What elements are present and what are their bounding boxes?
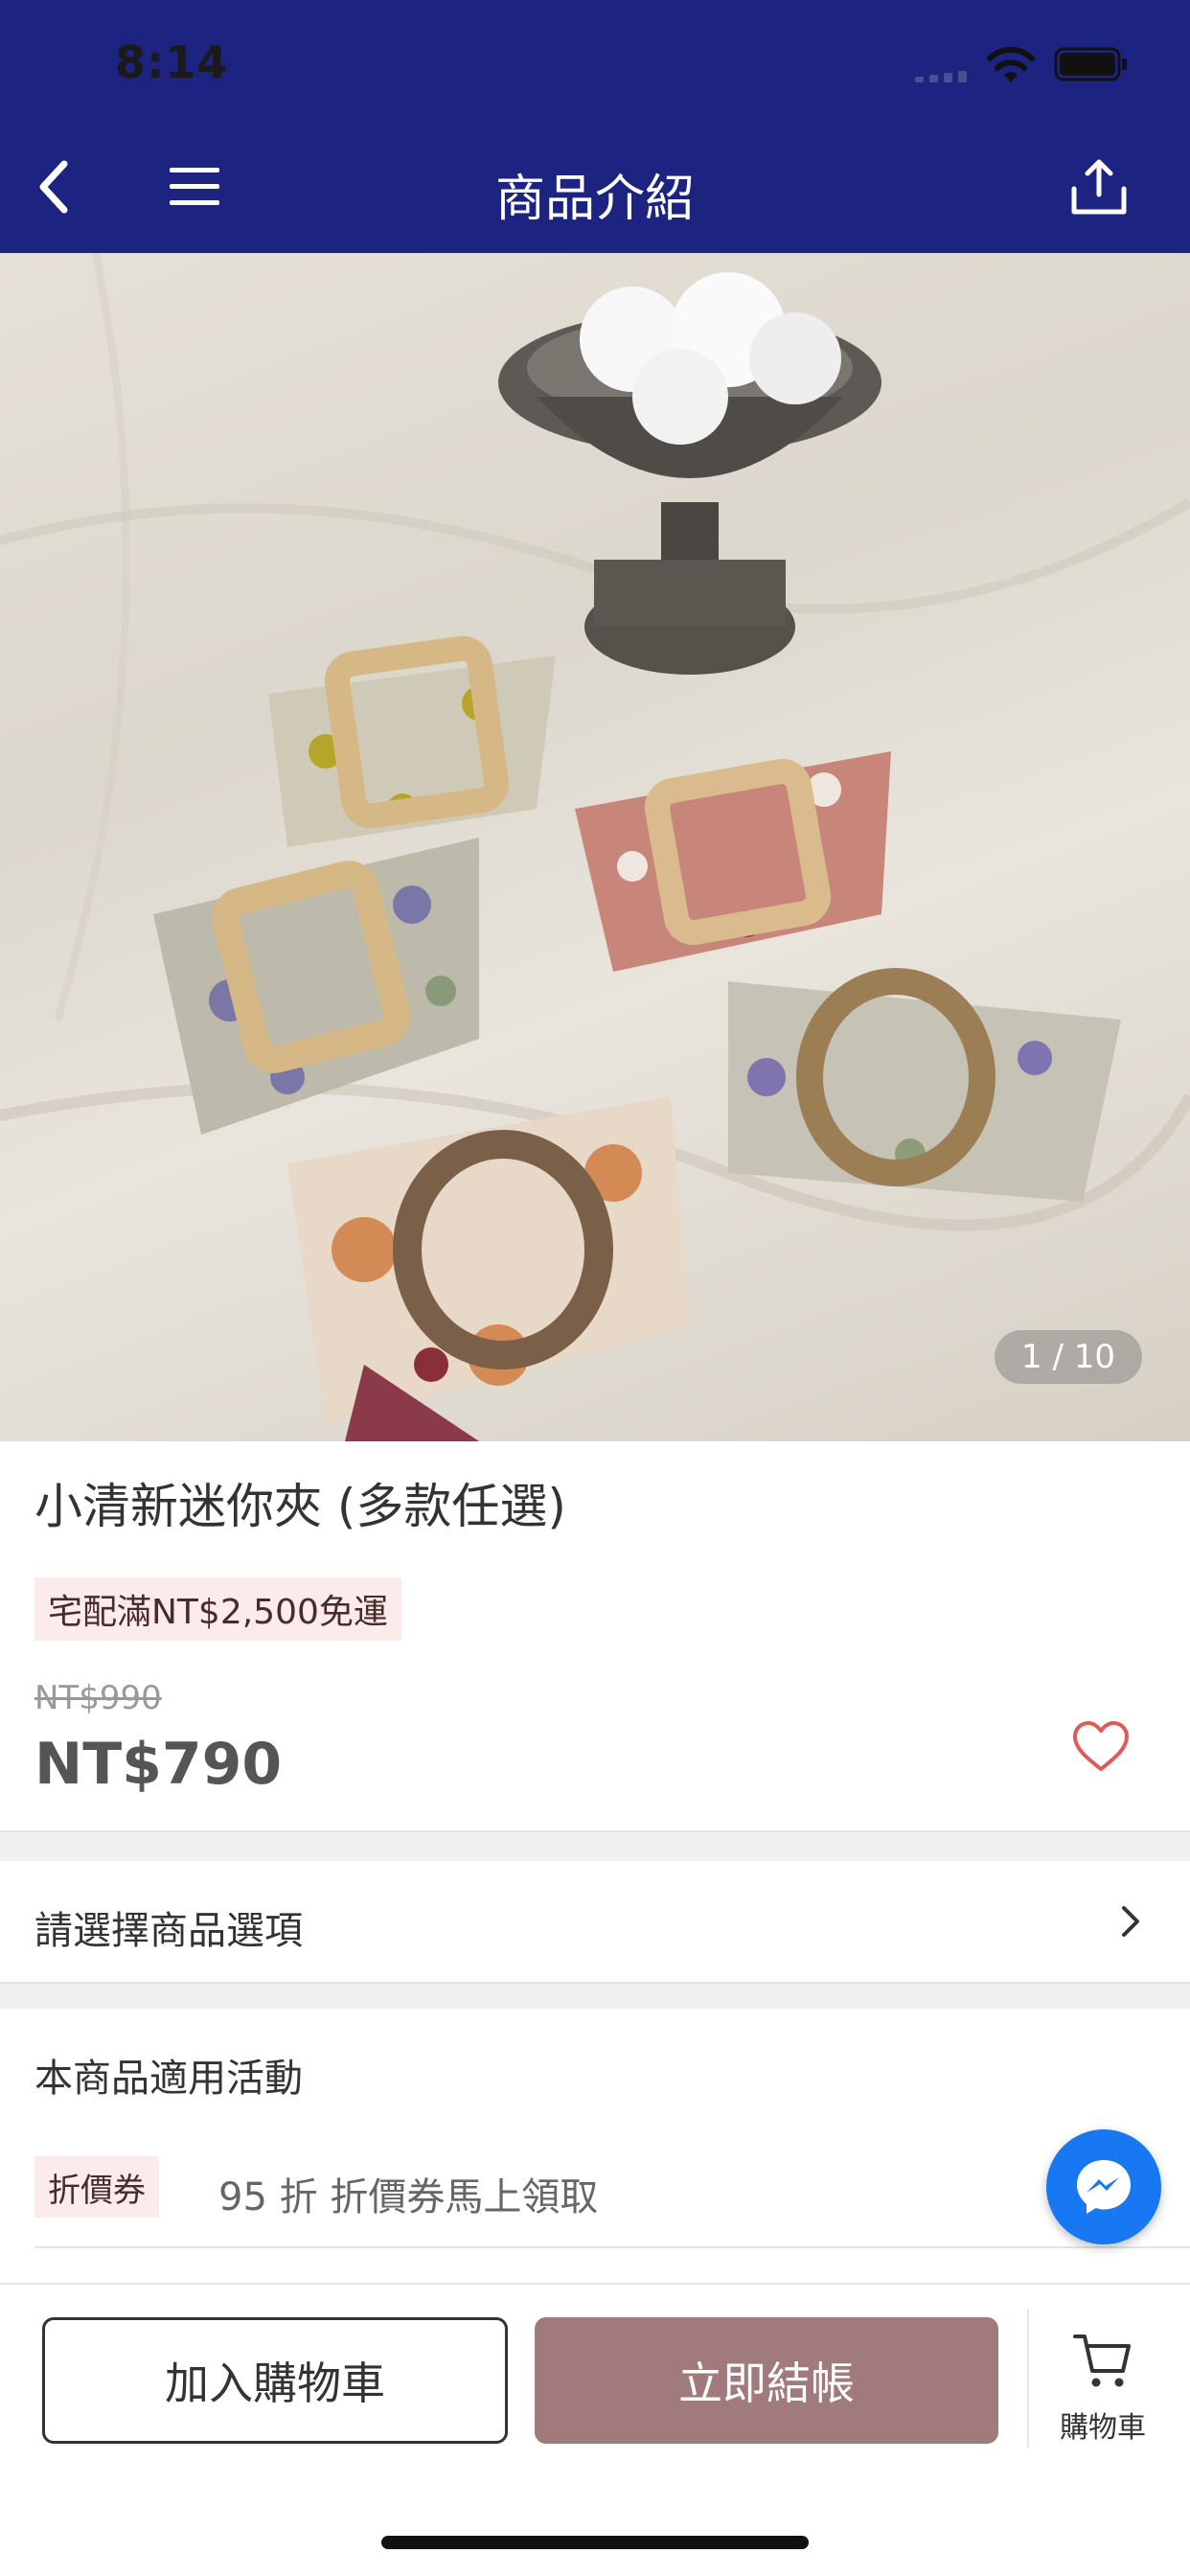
options-label: 請選擇商品選項 xyxy=(34,1909,303,1953)
shopping-cart-icon xyxy=(1073,2334,1131,2387)
wifi-icon xyxy=(987,46,1035,82)
divider-line xyxy=(0,1830,1190,1832)
gallery-pager: 1 / 10 xyxy=(995,1330,1142,1384)
page-title: 商品介紹 xyxy=(494,171,695,228)
add-to-cart-button[interactable]: 加入購物車 xyxy=(42,2317,508,2444)
coupon-offer-text[interactable]: 95 折 折價券馬上領取 xyxy=(218,2166,598,2221)
home-indicator xyxy=(381,2536,809,2549)
product-image-gallery[interactable]: 1 / 10 xyxy=(0,253,1190,1441)
signal-icon xyxy=(915,69,969,82)
chevron-right-icon xyxy=(1122,1906,1139,1937)
share-button[interactable] xyxy=(1065,153,1133,220)
promotions-heading: 本商品適用活動 xyxy=(34,2057,303,2101)
vertical-divider xyxy=(1027,2310,1029,2448)
status-time: 8:14 xyxy=(115,36,229,88)
coupon-badge: 折價券 xyxy=(34,2156,159,2218)
share-icon xyxy=(1071,159,1127,215)
product-title: 小清新迷你夾 (多款任選) xyxy=(34,1479,566,1534)
top-bar: 8:14 商品介紹 xyxy=(0,0,1190,253)
bottom-action-bar: 加入購物車 立即結帳 購物車 xyxy=(0,2283,1190,2576)
original-price: NT$990 xyxy=(34,1679,162,1717)
sale-price: NT$790 xyxy=(34,1731,283,1798)
messenger-icon xyxy=(1077,2160,1131,2214)
product-photo xyxy=(0,253,1190,1441)
cart-tab-button[interactable]: 購物車 xyxy=(1041,2329,1165,2445)
divider-line xyxy=(34,2246,1190,2248)
shipping-badge: 宅配滿NT$2,500免運 xyxy=(34,1577,401,1641)
checkout-button[interactable]: 立即結帳 xyxy=(535,2317,998,2444)
wishlist-heart-icon[interactable] xyxy=(1071,1719,1131,1773)
messenger-chat-button[interactable] xyxy=(1046,2129,1161,2244)
product-options-row[interactable]: 請選擇商品選項 xyxy=(0,1861,1190,1982)
cart-label: 購物車 xyxy=(1060,2411,1146,2445)
battery-icon xyxy=(1054,47,1127,81)
section-divider xyxy=(0,1830,1190,1861)
section-divider xyxy=(0,1982,1190,2009)
divider-line xyxy=(0,1982,1190,1984)
